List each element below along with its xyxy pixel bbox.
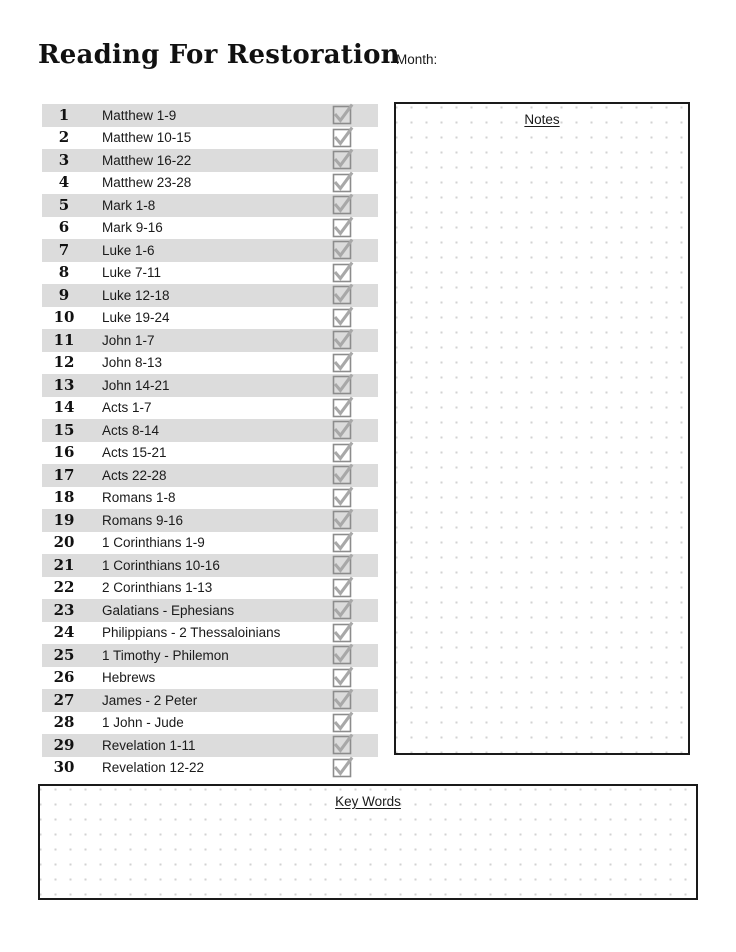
- reading-row: 30 Revelation 12-22: [42, 756, 378, 780]
- reading-row-number: 17: [53, 465, 75, 484]
- reading-row: 20 1 Corinthians 1-9: [42, 531, 378, 555]
- reading-row-number: 18: [53, 488, 75, 507]
- reading-row-checkbox[interactable]: [330, 306, 354, 330]
- reading-row-number: 19: [53, 510, 75, 529]
- reading-row-checkbox[interactable]: [330, 396, 354, 420]
- reading-row-checkbox[interactable]: [330, 103, 354, 127]
- reading-row-number: 9: [58, 285, 70, 304]
- reading-row: 29 Revelation 1-11: [42, 733, 378, 757]
- reading-row-checkbox[interactable]: [330, 643, 354, 667]
- reading-row-number: 13: [53, 375, 75, 394]
- reading-row-number: 6: [58, 218, 70, 237]
- reading-row-number: 22: [53, 578, 75, 597]
- reading-row-checkbox[interactable]: [330, 126, 354, 150]
- reading-row-number: 4: [58, 173, 70, 192]
- reading-row-number: 23: [53, 600, 75, 619]
- key-words-panel-title: Key Words: [335, 794, 401, 809]
- reading-row-number: 3: [58, 150, 70, 169]
- reading-row-checkbox[interactable]: [330, 418, 354, 442]
- reading-row: 15 Acts 8-14: [42, 418, 378, 442]
- reading-row: 8 Luke 7-11: [42, 261, 378, 285]
- reading-row: 14 Acts 1-7: [42, 396, 378, 420]
- reading-row: 9 Luke 12-18: [42, 283, 378, 307]
- reading-row: 3 Matthew 16-22: [42, 148, 378, 172]
- reading-row-checkbox[interactable]: [330, 328, 354, 352]
- reading-row: 4 Matthew 23-28: [42, 171, 378, 195]
- reading-row-checkbox[interactable]: [330, 148, 354, 172]
- reading-row: 21 1 Corinthians 10-16: [42, 553, 378, 577]
- reading-row-number: 1: [58, 105, 70, 124]
- reading-row: 1 Matthew 1-9: [42, 103, 378, 127]
- reading-row: 28 1 John - Jude: [42, 711, 378, 735]
- page-title: Reading For Restoration: [38, 40, 400, 70]
- reading-row: 13 John 14-21: [42, 373, 378, 397]
- reading-row-checkbox[interactable]: [330, 238, 354, 262]
- reading-row: 27 James - 2 Peter: [42, 688, 378, 712]
- month-field: Month:: [396, 52, 563, 67]
- reading-row-checkbox[interactable]: [330, 441, 354, 465]
- reading-row: 10 Luke 19-24: [42, 306, 378, 330]
- reading-row-number: 24: [53, 623, 75, 642]
- page-header: Reading For Restoration Month:: [0, 0, 736, 96]
- reading-row: 6 Mark 9-16: [42, 216, 378, 240]
- reading-row: 17 Acts 22-28: [42, 463, 378, 487]
- reading-row-checkbox[interactable]: [330, 373, 354, 397]
- reading-row: 16 Acts 15-21: [42, 441, 378, 465]
- reading-row: 11 John 1-7: [42, 328, 378, 352]
- reading-row: 24 Philippians - 2 Thessaloinians: [42, 621, 378, 645]
- reading-row-number: 21: [53, 555, 75, 574]
- reading-row-number: 5: [58, 195, 70, 214]
- reading-row-checkbox[interactable]: [330, 216, 354, 240]
- reading-row-number: 15: [53, 420, 75, 439]
- reading-row: 19 Romans 9-16: [42, 508, 378, 532]
- notes-panel[interactable]: Notes: [394, 102, 690, 755]
- reading-row: 23 Galatians - Ephesians: [42, 598, 378, 622]
- reading-plan-list: 1 Matthew 1-9 2 Matthew 10-15 3 Matthew 16-22…: [42, 103, 378, 780]
- reading-row-checkbox[interactable]: [330, 711, 354, 735]
- month-label: Month:: [396, 52, 438, 67]
- reading-row-number: 20: [53, 533, 75, 552]
- reading-row: 18 Romans 1-8: [42, 486, 378, 510]
- reading-row-checkbox[interactable]: [330, 553, 354, 577]
- reading-row-number: 27: [53, 690, 75, 709]
- reading-row-number: 12: [53, 353, 75, 372]
- reading-row-checkbox[interactable]: [330, 756, 354, 780]
- reading-row-checkbox[interactable]: [330, 598, 354, 622]
- reading-row: 22 2 Corinthians 1-13: [42, 576, 378, 600]
- reading-row-checkbox[interactable]: [330, 193, 354, 217]
- reading-row-checkbox[interactable]: [330, 666, 354, 690]
- reading-row-number: 14: [53, 398, 75, 417]
- reading-row-checkbox[interactable]: [330, 508, 354, 532]
- notes-panel-title: Notes: [524, 112, 560, 127]
- reading-row: 5 Mark 1-8: [42, 193, 378, 217]
- reading-row-checkbox[interactable]: [330, 688, 354, 712]
- reading-row-checkbox[interactable]: [330, 733, 354, 757]
- reading-row-number: 7: [58, 240, 70, 259]
- reading-row-checkbox[interactable]: [330, 531, 354, 555]
- reading-row-number: 10: [53, 308, 75, 327]
- reading-row-checkbox[interactable]: [330, 486, 354, 510]
- reading-row-number: 30: [53, 758, 75, 777]
- key-words-panel[interactable]: Key Words: [38, 784, 698, 900]
- reading-row-number: 16: [53, 443, 75, 462]
- reading-row: 25 1 Timothy - Philemon: [42, 643, 378, 667]
- reading-row-checkbox[interactable]: [330, 261, 354, 285]
- reading-row-checkbox[interactable]: [330, 283, 354, 307]
- reading-row-number: 28: [53, 713, 75, 732]
- reading-row-number: 11: [53, 330, 75, 349]
- reading-row-number: 29: [53, 735, 75, 754]
- reading-row: 12 John 8-13: [42, 351, 378, 375]
- reading-row: 2 Matthew 10-15: [42, 126, 378, 150]
- reading-row: 26 Hebrews: [42, 666, 378, 690]
- reading-row-checkbox[interactable]: [330, 576, 354, 600]
- reading-row-checkbox[interactable]: [330, 621, 354, 645]
- reading-row-checkbox[interactable]: [330, 351, 354, 375]
- reading-row-number: 8: [58, 263, 70, 282]
- reading-row-checkbox[interactable]: [330, 171, 354, 195]
- reading-row-number: 25: [53, 645, 75, 664]
- reading-row-number: 2: [58, 128, 70, 147]
- reading-row: 7 Luke 1-6: [42, 238, 378, 262]
- reading-row-number: 26: [53, 668, 75, 687]
- reading-row-checkbox[interactable]: [330, 463, 354, 487]
